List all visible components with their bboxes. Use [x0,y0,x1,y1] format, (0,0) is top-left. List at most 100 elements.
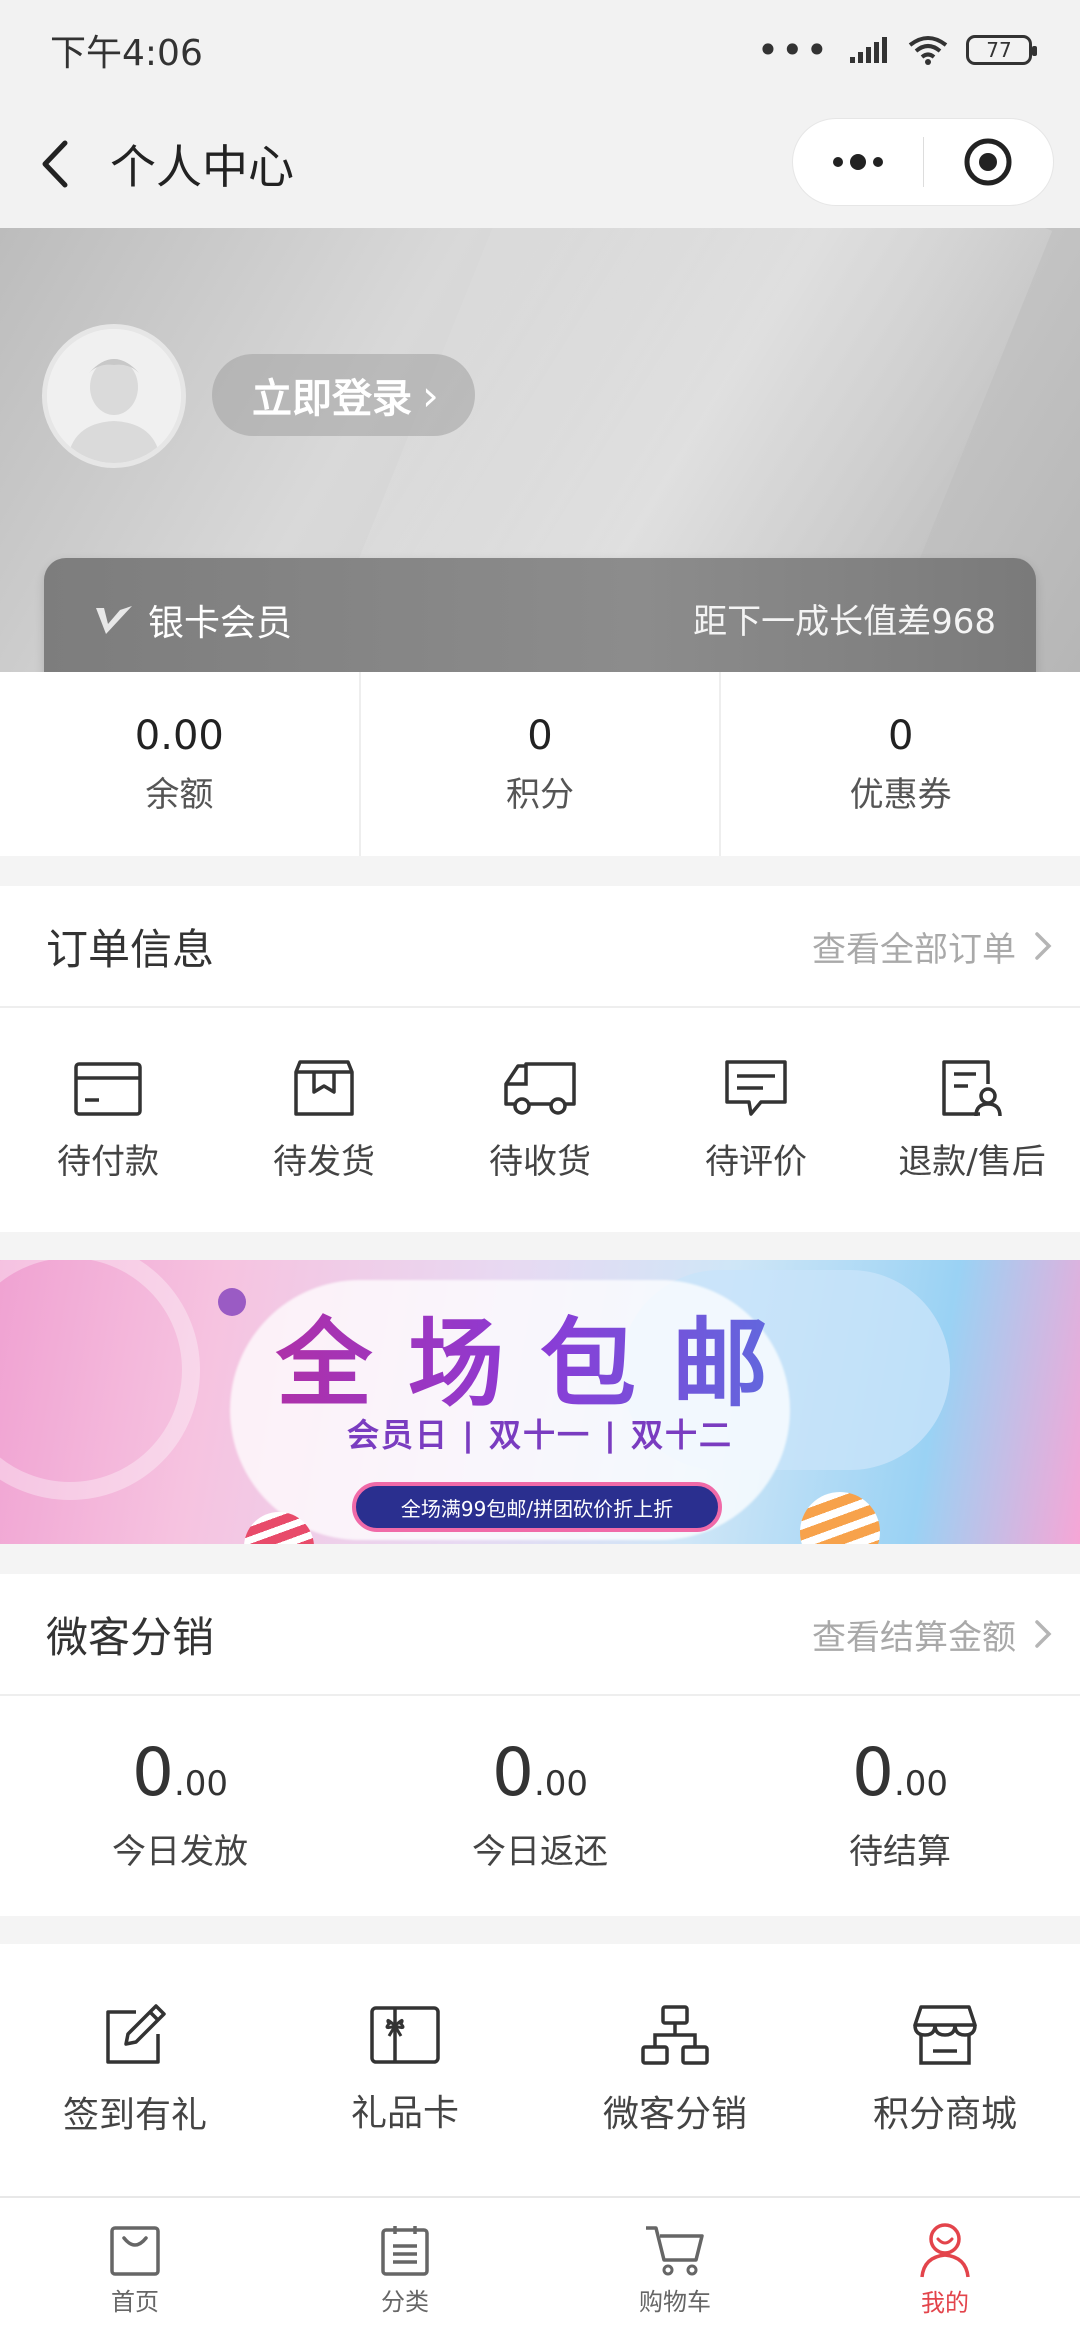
gift-card-icon [370,2006,440,2064]
battery-indicator: 77 [966,35,1037,65]
status-dots: ••• [756,28,830,72]
box-icon [294,1059,354,1116]
orders-section-header: 订单信息 查看全部订单 [0,886,1080,1008]
order-status-row: 待付款 待发货 待收货 待评价 退款/售后 [0,1008,1080,1232]
order-label: 待收货 [489,1141,591,1182]
tab-label: 我的 [921,2288,969,2317]
promo-pill: 全场满99包邮/拼团砍价折上折 [352,1482,722,1532]
org-chart-icon [641,2005,709,2065]
order-label: 待评价 [705,1141,807,1182]
store-icon [913,2005,977,2065]
stat-coupons[interactable]: 0 优惠券 [721,672,1080,856]
order-label: 待发货 [273,1141,375,1182]
member-level-label: 银卡会员 [148,603,293,644]
shortcut-points-mall[interactable]: 积分商城 [810,2003,1080,2137]
order-pending-payment[interactable]: 待付款 [0,1058,216,1183]
status-bar: 下午4:06 ••• 77 [0,0,1080,100]
order-pending-shipment[interactable]: 待发货 [216,1058,432,1183]
profile-header: 立即登录 › 银卡会员 距下一成长值差968 [0,228,1080,672]
link-label: 查看结算金额 [812,1617,1016,1658]
shortcut-label: 签到有礼 [62,2095,207,2136]
cart-icon [646,2225,704,2275]
dist-today-issued[interactable]: 0.00 今日发放 [0,1739,360,1873]
dist-label: 待结算 [849,1831,951,1872]
bottom-tab-bar: 首页 分类 购物车 我的 [0,2196,1080,2340]
order-label: 待付款 [57,1141,159,1182]
distribution-stats: 0.00 今日发放 0.00 今日返还 0.00 待结算 [0,1696,1080,1916]
member-card[interactable]: 银卡会员 距下一成长值差968 [44,558,1036,672]
default-avatar-icon [47,329,181,463]
user-icon [920,2222,970,2277]
order-pending-receipt[interactable]: 待收货 [432,1058,648,1183]
link-label: 查看全部订单 [812,929,1016,970]
card-icon [74,1061,142,1116]
amount-int: 0 [491,1733,534,1811]
promo-subtitle: 会员日 | 双十一 | 双十二 [347,1416,733,1454]
nav-bar: 个人中心 [0,100,1080,228]
tab-label: 分类 [381,2287,429,2316]
order-refund-aftersale[interactable]: 退款/售后 [864,1058,1080,1183]
vip-v-icon [96,606,132,634]
edit-icon [106,2004,166,2064]
login-label: 立即登录 [252,376,412,422]
order-pending-review[interactable]: 待评价 [648,1058,864,1183]
dist-label: 今日返还 [472,1831,608,1872]
dist-pending-settlement[interactable]: 0.00 待结算 [720,1739,1080,1873]
decor-ball [800,1492,880,1544]
login-button[interactable]: 立即登录 › [212,354,475,436]
distribution-section-header: 微客分销 查看结算金额 [0,1574,1080,1696]
dist-label: 今日发放 [112,1831,248,1872]
promo-title: 全场包邮 [0,1286,1080,1425]
comment-icon [725,1059,787,1116]
list-icon [381,2225,429,2276]
shortcut-gift-card[interactable]: 礼品卡 [270,2004,540,2136]
more-menu-button[interactable] [793,119,923,205]
stat-value: 0 [887,712,914,759]
order-label: 退款/售后 [898,1141,1046,1182]
tab-home[interactable]: 首页 [0,2198,270,2340]
dist-amount: 0.00 [492,1739,588,1806]
view-all-orders-link[interactable]: 查看全部订单 [812,922,1052,971]
amount-dec: .00 [893,1763,949,1804]
target-icon [964,138,1012,186]
refund-icon [942,1059,1002,1116]
close-mini-program-button[interactable] [924,119,1054,205]
signal-icon [850,37,887,63]
shortcut-label: 微客分销 [602,2094,747,2135]
shortcut-checkin[interactable]: 签到有礼 [0,2002,270,2138]
shortcut-distribution[interactable]: 微客分销 [540,2003,810,2137]
stat-label: 优惠券 [849,774,952,815]
tab-label: 购物车 [639,2287,711,2316]
growth-value-text: 距下一成长值差968 [693,602,996,642]
dist-amount: 0.00 [132,1739,229,1806]
back-arrow-icon [42,140,68,188]
stat-value: 0 [527,712,553,759]
stat-balance[interactable]: 0.00 余额 [0,672,361,856]
member-level: 银卡会员 [94,594,292,646]
tab-label: 首页 [111,2287,159,2316]
stat-value: 0.00 [134,712,224,759]
shortcut-label: 积分商城 [872,2094,1017,2135]
tab-category[interactable]: 分类 [270,2198,540,2340]
stat-label: 余额 [145,774,214,815]
dist-today-returned[interactable]: 0.00 今日返还 [360,1739,720,1873]
section-title: 订单信息 [46,924,215,974]
promo-banner[interactable]: 全场包邮 会员日 | 双十一 | 双十二 全场满99包邮/拼团砍价折上折 [0,1260,1080,1544]
dist-amount: 0.00 [852,1739,949,1806]
more-dots-icon [832,154,883,170]
back-button[interactable] [4,100,104,228]
wifi-icon [908,36,948,65]
tab-cart[interactable]: 购物车 [540,2198,810,2340]
chevron-right-icon [1035,1620,1052,1648]
truck-icon [504,1061,576,1115]
avatar[interactable] [42,324,186,468]
amount-int: 0 [131,1733,174,1811]
page-title: 个人中心 [110,140,294,194]
status-icons: ••• 77 [756,28,1037,72]
chevron-right-icon [1035,932,1052,960]
amount-dec: .00 [173,1763,229,1804]
view-settlement-link[interactable]: 查看结算金额 [812,1610,1052,1659]
tab-me[interactable]: 我的 [810,2198,1080,2340]
stat-points[interactable]: 0 积分 [361,672,722,856]
account-stats: 0.00 余额 0 积分 0 优惠券 [0,672,1080,856]
